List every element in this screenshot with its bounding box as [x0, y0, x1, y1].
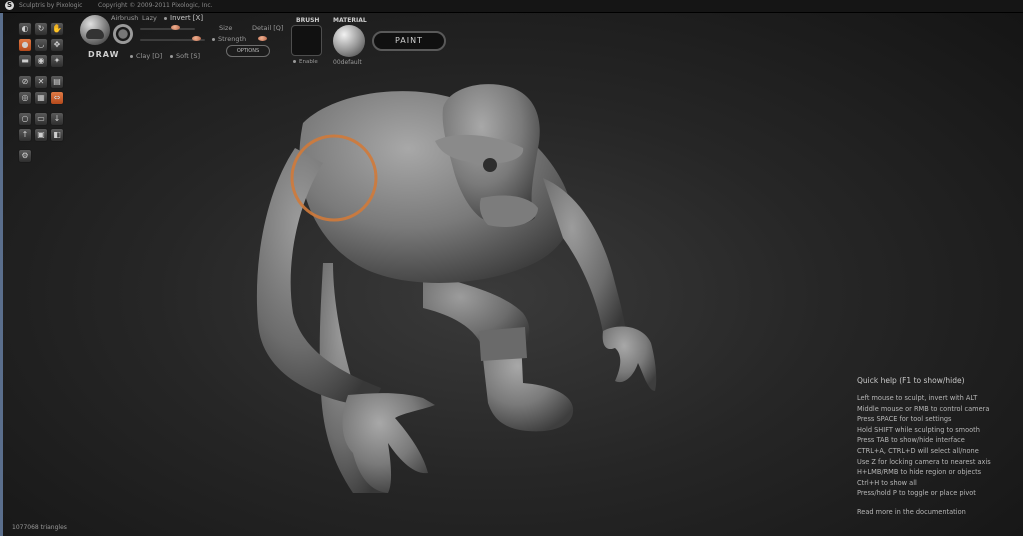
- rotate-tool-icon[interactable]: ↻: [34, 22, 48, 36]
- draw-label: DRAW: [88, 50, 120, 59]
- quick-help-panel: Quick help (F1 to show/hide) Left mouse …: [857, 376, 1023, 516]
- scale-tool-icon[interactable]: ⇔: [50, 91, 64, 105]
- soft-dot-icon: [170, 54, 173, 58]
- draw-brush-preview-icon[interactable]: [80, 15, 110, 45]
- options-icon[interactable]: ⚙: [18, 149, 32, 163]
- quick-help-line: Press SPACE for tool settings: [857, 415, 952, 424]
- strength-option: Strength: [212, 35, 246, 43]
- enable-dot-icon: [293, 60, 296, 63]
- figure-right-arm: [543, 178, 626, 345]
- soft-toggle[interactable]: Soft [S]: [170, 52, 200, 60]
- clay-toggle[interactable]: Clay [D]: [130, 52, 162, 60]
- size-slider-knob[interactable]: [171, 25, 180, 30]
- invert-dot-icon: [164, 16, 167, 20]
- documentation-link[interactable]: Read more in the documentation: [857, 508, 1023, 516]
- detail-label: Detail [Q]: [252, 24, 284, 32]
- crease-tool-icon[interactable]: ◡: [34, 38, 48, 52]
- mask-tool-icon[interactable]: ✕: [34, 75, 48, 89]
- lazy-option[interactable]: Lazy: [142, 14, 157, 22]
- title-bar: S Sculptris by Pixologic Copyright © 200…: [0, 0, 1023, 13]
- save-icon[interactable]: ▣: [34, 128, 48, 142]
- quick-help-line: Press/hold P to toggle or place pivot: [857, 489, 976, 498]
- brush-texture-swatch[interactable]: [291, 25, 322, 56]
- quick-help-line: Use Z for locking camera to nearest axis: [857, 457, 991, 466]
- flatten-tool-icon[interactable]: ▬: [18, 54, 32, 68]
- sculpt-tool-icon[interactable]: ◐: [18, 22, 32, 36]
- clay-dot-icon: [130, 54, 133, 58]
- new-plane-icon[interactable]: ▭: [34, 112, 48, 126]
- grab-tool-icon[interactable]: ✋: [50, 22, 64, 36]
- reduce-tool-icon[interactable]: ▤: [50, 75, 64, 89]
- quick-help-line: Hold SHIFT while sculpting to smooth: [857, 425, 980, 434]
- airbrush-option[interactable]: Airbrush: [111, 14, 138, 22]
- brush-falloff-icon[interactable]: [113, 24, 133, 44]
- symmetry-tool-icon[interactable]: ⊘: [18, 75, 32, 89]
- detail-slider-knob[interactable]: [258, 36, 267, 41]
- subdivide-tool-icon[interactable]: ◎: [18, 91, 32, 105]
- material-name: 00default: [333, 59, 362, 66]
- strength-label: Strength: [218, 35, 247, 43]
- soft-label: Soft [S]: [176, 52, 201, 60]
- draw-tool-icon[interactable]: ●: [18, 38, 32, 52]
- options-button[interactable]: OPTIONS: [226, 45, 270, 57]
- size-label: Size: [219, 24, 233, 32]
- invert-label: Invert [X]: [170, 14, 204, 22]
- quick-help-line: Ctrl+H to show all: [857, 478, 917, 487]
- triangle-count: 1077068 triangles: [12, 524, 67, 531]
- figure-boot-cuff: [479, 327, 527, 361]
- load-icon[interactable]: ◧: [50, 128, 64, 142]
- quick-help-line: Middle mouse or RMB to control camera: [857, 404, 990, 413]
- brush-heading: BRUSH: [296, 17, 320, 24]
- move-tool-icon[interactable]: ✥: [50, 38, 64, 52]
- app-name: Sculptris by Pixologic: [19, 2, 83, 9]
- material-preview-icon[interactable]: [333, 25, 365, 57]
- new-sphere-icon[interactable]: ○: [18, 112, 32, 126]
- inflate-tool-icon[interactable]: ◉: [34, 54, 48, 68]
- clay-label: Clay [D]: [136, 52, 163, 60]
- brush-enable-toggle[interactable]: Enable: [293, 59, 318, 65]
- strength-slider-knob[interactable]: [192, 36, 201, 41]
- paint-button[interactable]: PAINT: [372, 31, 446, 51]
- enable-label: Enable: [299, 59, 318, 65]
- wireframe-tool-icon[interactable]: ▦: [34, 91, 48, 105]
- size-slider-track[interactable]: [140, 28, 195, 30]
- quick-help-line: Left mouse to sculpt, invert with ALT: [857, 394, 978, 402]
- pinch-tool-icon[interactable]: ✦: [50, 54, 64, 68]
- sculptris-logo-icon: S: [5, 1, 14, 10]
- quick-help-line: H+LMB/RMB to hide region or objects: [857, 468, 982, 477]
- invert-toggle[interactable]: Invert [X]: [164, 14, 203, 22]
- figure-right-hand: [602, 326, 657, 391]
- export-icon[interactable]: ↑: [18, 128, 32, 142]
- material-heading: MATERIAL: [333, 17, 367, 24]
- sculpted-figure[interactable]: [256, 84, 657, 493]
- quick-help-line: Press TAB to show/hide interface: [857, 436, 965, 445]
- quick-help-title: Quick help (F1 to show/hide): [857, 376, 965, 385]
- copyright-text: Copyright © 2009-2011 Pixologic, Inc.: [98, 2, 213, 9]
- figure-eye: [483, 158, 497, 172]
- strength-dot-icon: [212, 37, 215, 41]
- import-icon[interactable]: ↓: [50, 112, 64, 126]
- quick-help-line: CTRL+A, CTRL+D will select all/none: [857, 446, 979, 455]
